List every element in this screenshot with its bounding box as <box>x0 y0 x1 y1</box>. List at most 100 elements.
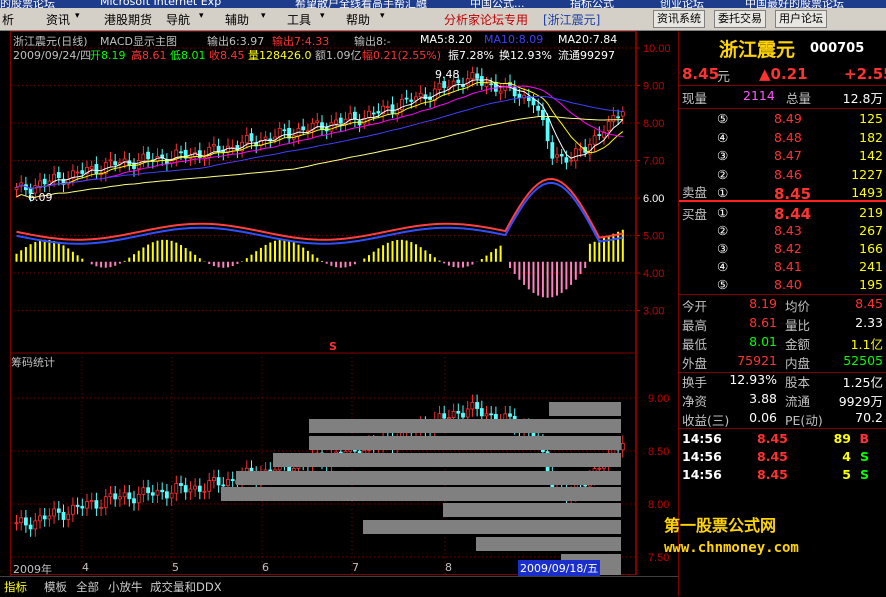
chip-candle-body <box>48 516 51 519</box>
candle-body <box>95 164 98 173</box>
chip-candle-body <box>217 478 220 485</box>
candle-body <box>570 160 573 161</box>
chip-candle-body <box>81 506 84 508</box>
chip-candle-body <box>222 485 225 486</box>
candle-body <box>274 137 277 139</box>
news-system-button[interactable]: 资讯系统 <box>653 10 705 28</box>
price-axis-label: 7.00 <box>643 156 664 168</box>
macd-bar <box>528 262 530 290</box>
menu-analysis[interactable]: 析 <box>2 11 14 28</box>
kline-chart[interactable]: 浙江震元(日线) MACD显示主图 输出6:3.97 输出7:4.33 输出8:… <box>10 31 636 575</box>
sell-row[interactable]: ⑤ 8.49 125 <box>679 111 886 131</box>
macd-bar <box>302 248 304 262</box>
menu-help[interactable]: 帮助 <box>346 11 370 28</box>
macd-bar <box>232 262 234 266</box>
cursor-date-label: 2009/09/18/五 <box>518 560 600 576</box>
taskbar-item[interactable]: 创业论坛 <box>660 0 704 8</box>
taskbar-item[interactable]: 的股票论坛 <box>0 0 55 8</box>
candle-body <box>377 112 380 113</box>
trade-button[interactable]: 委托交易 <box>714 10 766 28</box>
dropdown-arrow-icon: ▾ <box>199 11 204 21</box>
stat-value: 8.45 <box>855 296 883 311</box>
buy-row[interactable]: ③ 8.42 166 <box>679 241 886 261</box>
macd-bar <box>523 262 525 285</box>
tab-volume-ddx[interactable]: 成交量和DDX <box>150 579 222 595</box>
candle-body <box>546 118 549 141</box>
macd-bar <box>514 262 516 274</box>
stat-row: 今开 8.19 均价 8.45 <box>679 296 886 316</box>
menu-hk-futures[interactable]: 港股期货 <box>104 11 152 28</box>
buy-volume: 267 <box>859 223 883 238</box>
macd-bar <box>481 259 483 262</box>
sell-row[interactable]: ③ 8.47 142 <box>679 148 886 168</box>
macd-bar <box>185 248 187 262</box>
chip-candle-body <box>452 411 455 417</box>
tab-indicator[interactable]: 指标 <box>4 579 27 595</box>
macd-bar <box>448 262 450 266</box>
macd-bar <box>53 241 55 262</box>
macd-bar <box>316 258 318 262</box>
axis-canvas: 10.009.008.007.006.005.004.003.009.008.5… <box>636 31 678 575</box>
macd-bar <box>382 245 384 261</box>
stat-value: 1.25亿 <box>843 372 883 391</box>
candle-body <box>109 160 112 161</box>
buy-row[interactable]: ④ 8.41 241 <box>679 259 886 279</box>
level-index: ② <box>717 167 728 182</box>
bar-amount: 额1.09亿 <box>315 47 362 63</box>
sell-row[interactable]: ① 8.45 1493 <box>679 185 886 205</box>
bar-close: 收8.45 <box>209 47 245 63</box>
stat-row: 收益(三) 0.06 PE(动) 70.2 <box>679 410 886 430</box>
user-forum-button[interactable]: 用户论坛 <box>775 10 827 28</box>
candle-body <box>142 154 145 162</box>
macd-bar <box>551 262 553 297</box>
bar-amplitude: 振7.28% <box>448 47 494 63</box>
macd-bar <box>114 262 116 266</box>
month-label: 2009年 <box>13 561 52 577</box>
macd-bar <box>307 251 309 262</box>
candle-body <box>419 93 422 96</box>
price-axis-label: 6.00 <box>643 193 664 205</box>
candle-body <box>541 110 544 119</box>
taskbar-item[interactable]: 指标公式 <box>570 0 614 8</box>
chip-candle-body <box>76 505 79 506</box>
macd-bar <box>490 252 492 262</box>
macd-bar <box>147 245 149 262</box>
ma60-line <box>17 116 623 197</box>
candle-body <box>410 100 413 101</box>
taskbar-item[interactable]: Microsoft Internet Exp <box>100 0 221 8</box>
buy-price: 8.44 <box>774 205 811 223</box>
price-axis: 10.009.008.007.006.005.004.003.009.008.5… <box>636 31 678 575</box>
tick-volume: 4 <box>842 449 851 464</box>
tab-template[interactable]: 模板 <box>44 579 67 595</box>
sell-row[interactable]: ② 8.46 1227 <box>679 167 886 187</box>
macd-bar <box>194 255 196 262</box>
macd-bar <box>570 262 572 285</box>
buy-row[interactable]: ② 8.43 267 <box>679 223 886 243</box>
stat-row: 最低 8.01 金额 1.1亿 <box>679 334 886 354</box>
taskbar-item[interactable]: 希望散户全线看高手帮汇融 <box>295 0 427 8</box>
stat-label: 外盘 <box>682 353 707 372</box>
buy-row[interactable]: ① 8.44 219 <box>679 205 886 225</box>
candle-body <box>43 179 46 184</box>
tab-all[interactable]: 全部 <box>76 579 99 595</box>
macd-bar <box>561 262 563 293</box>
macd-bar <box>453 262 455 267</box>
taskbar-item[interactable]: 中国公式... <box>470 0 525 8</box>
macd-bar <box>67 248 69 261</box>
sell-signal-marker: S <box>329 340 337 353</box>
chip-candle-body <box>128 493 131 499</box>
macd-bar <box>533 262 535 293</box>
menu-assist[interactable]: 辅助 <box>225 11 249 28</box>
tab-xiaofangniu[interactable]: 小放牛 <box>108 579 143 595</box>
menu-news[interactable]: 资讯 <box>46 11 70 28</box>
macd-bar <box>617 232 619 262</box>
taskbar-item[interactable]: 中国最好的股票论坛 <box>745 0 844 8</box>
low-marker-label: 6.09 <box>28 191 53 204</box>
chip-candle-body <box>208 481 211 492</box>
macd-bar <box>471 262 473 265</box>
menu-navigate[interactable]: 导航 <box>166 11 190 28</box>
price-change-pct: +2.55 <box>844 65 886 83</box>
menu-tools[interactable]: 工具 <box>287 11 311 28</box>
macd-bar <box>537 262 539 296</box>
sell-row[interactable]: ④ 8.48 182 <box>679 130 886 150</box>
